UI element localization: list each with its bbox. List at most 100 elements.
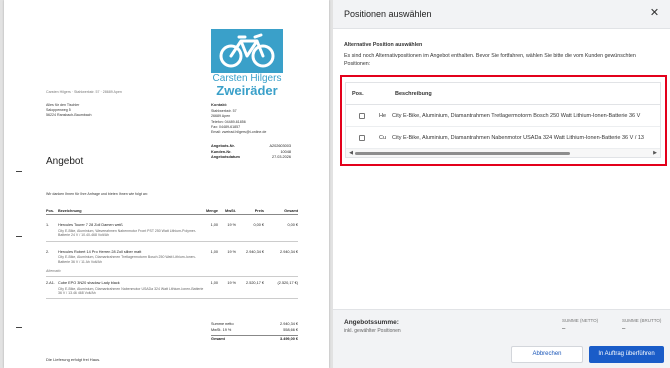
contact-line: 26689 Apen <box>211 114 231 119</box>
item-name: Hercules Robert 14 Pro Herren 28 Zoll si… <box>58 249 142 254</box>
header-mwst: MwSt. <box>225 209 236 213</box>
cancel-button[interactable]: Abbrechen <box>511 346 583 363</box>
header-gesamt: Gesamt <box>284 209 298 213</box>
item-menge: 1,00 <box>210 249 218 254</box>
item-name: Cube EPO 3N20 shadow Lady black <box>58 280 120 285</box>
item-name: Hercules Tourer 7 28 Zoll Damen weiß <box>58 223 123 228</box>
brutto-value: – <box>622 326 626 332</box>
scroll-left-icon[interactable]: ◀ <box>348 150 354 156</box>
contact-line: Stahlwerkstr. 57 <box>211 109 237 114</box>
scrollbar-thumb[interactable] <box>355 151 570 155</box>
total-value: 2.940,34 € <box>280 322 298 326</box>
item-gesamt: (2.520,17 €) <box>277 280 298 285</box>
alternatives-table-header: Pos. Beschreibung <box>346 83 660 105</box>
contact-title: Kontakt: <box>211 102 228 107</box>
document-title: Angebot <box>46 156 84 167</box>
meta-label: Angebotsdatum <box>211 155 240 160</box>
total-value: 3.499,00 € <box>280 336 298 341</box>
header-pos: Pos. <box>46 209 55 213</box>
item-mwst: 19 % <box>227 223 236 228</box>
item-mwst: 19 % <box>227 249 236 254</box>
column-desc: Beschreibung <box>395 90 432 97</box>
panel-header: Positionen auswählen ✕ <box>333 0 670 29</box>
select-positions-panel: Positionen auswählen ✕ Alternative Posit… <box>333 0 670 368</box>
total-label: Summe netto <box>211 322 234 326</box>
item-main-line: 1. Hercules Tourer 7 28 Zoll Damen weiß … <box>46 223 298 227</box>
item-preis: 0,00 € <box>253 223 264 228</box>
meta-value: 10048 <box>280 149 291 154</box>
contact-line: Fax: 04489-61857 <box>211 125 241 130</box>
contact-line: Email: zweirad.hilgers@t-online.de <box>211 130 267 135</box>
meta-label: Kunden-Nr. <box>211 149 232 154</box>
row-checkbox[interactable] <box>359 134 365 141</box>
row-code: He <box>379 112 387 119</box>
item-gesamt: 2.940,34 € <box>280 249 298 254</box>
item-gesamt: 0,00 € <box>287 223 298 228</box>
recipient-line: Saloppenweg 5 <box>46 108 71 113</box>
alternatives-table: Pos. Beschreibung He City E-Bike, Alumin… <box>345 82 661 158</box>
total-row: Gesamt 3.499,00 € <box>211 334 298 341</box>
table-row: 2. Hercules Robert 14 Pro Herren 28 Zoll… <box>46 250 298 277</box>
item-main-line: 2. Hercules Robert 14 Pro Herren 28 Zoll… <box>46 250 298 254</box>
contact-line: Telefon: 04489-61856 <box>211 119 246 124</box>
recipient-line: 56224 Ransbach-Baumbach <box>46 113 92 118</box>
item-description: City E-Bike, Aluminium, Waveeahmen Naben… <box>58 229 197 238</box>
total-label: Gesamt <box>211 336 225 341</box>
positions-table: Pos. Bezeichnung Menge MwSt. Preis Gesam… <box>46 209 298 300</box>
item-main-line: 2.A1. Cube EPO 3N20 shadow Lady black 1,… <box>46 281 298 285</box>
netto-value: – <box>562 326 566 332</box>
table-row: 1. Hercules Tourer 7 28 Zoll Damen weiß … <box>46 223 298 242</box>
bicycle-logo-icon <box>211 29 283 73</box>
recipient-line: Alles für den Tischler <box>46 103 80 107</box>
table-row: 2.A1. Cube EPO 3N20 shadow Lady black 1,… <box>46 281 298 300</box>
header-desc: Bezeichnung <box>58 209 82 213</box>
transfer-to-order-button[interactable]: In Auftrag überführen <box>589 346 664 363</box>
logo-brand: Zweiräder <box>216 83 278 98</box>
punch-mark <box>16 236 22 237</box>
row-checkbox[interactable] <box>359 112 365 119</box>
row-description: City E-Bike, Aluminium, Diamantrahmen Na… <box>392 134 644 141</box>
alternative-label: Alternativ <box>46 268 61 273</box>
contact-block: Kontakt: Stahlwerkstr. 57 26689 Apen Tel… <box>211 102 267 136</box>
panel-title: Positionen auswählen <box>344 9 432 19</box>
row-code: Cu <box>379 134 387 141</box>
item-description: City E-Bike, Aluminium, Diamantrahmen Tr… <box>58 255 196 264</box>
positions-table-header: Pos. Bezeichnung Menge MwSt. Preis Gesam… <box>46 209 298 216</box>
total-value: 558,66 € <box>283 328 298 333</box>
offer-meta: Angebots-Nr. A202603003 Kunden-Nr. 10048 A… <box>211 144 291 161</box>
brutto-label: SUMME (BRUTTO) <box>622 318 662 323</box>
scroll-right-icon[interactable]: ▶ <box>652 150 658 156</box>
fold-mark <box>16 327 22 328</box>
sum-subtitle: inkl. gewählter Positionen <box>344 328 401 334</box>
totals-block: Summe netto 2.940,34 € MwSt. 19 % 558,66 €… <box>211 322 298 343</box>
horizontal-scrollbar[interactable]: ◀ ▶ <box>346 149 660 157</box>
header-preis: Preis <box>254 209 264 213</box>
column-pos: Pos. <box>352 90 364 97</box>
item-preis: 2.520,17 € <box>246 280 264 285</box>
item-menge: 1,00 <box>210 223 218 228</box>
meta-label: Angebots-Nr. <box>211 144 235 148</box>
meta-value: 27.03.2026 <box>271 155 291 160</box>
recipient-address: Alles für den Tischler Saloppenweg 5 562… <box>46 103 92 118</box>
section-info: Es sind noch Alternativpositionen im Ang… <box>344 53 636 67</box>
meta-value: A202603003 <box>269 144 291 148</box>
row-description: City E-Bike, Aluminium, Diamantrahmen Tr… <box>392 112 641 119</box>
greeting-text: Wir danken Ihnen für Ihre Anfrage und bi… <box>46 192 148 196</box>
panel-footer: Angebotssumme: inkl. gewählter Positione… <box>333 309 670 368</box>
table-row[interactable]: He City E-Bike, Aluminium, Diamantrahmen… <box>346 105 660 127</box>
item-description: City E-Bike, Aluminium, Diamantrahmen Na… <box>58 286 204 295</box>
document-page: Carsten Hilgers Zweiräder Carsten Hilger… <box>4 0 329 368</box>
header-menge: Menge <box>205 209 218 213</box>
total-row: Summe netto 2.940,34 € <box>211 322 298 326</box>
sender-line: Carsten Hilgers · Stahlwerkstr. 57 · 286… <box>46 90 122 94</box>
netto-label: SUMME (NETTO) <box>562 318 599 323</box>
close-icon[interactable]: ✕ <box>649 8 660 19</box>
table-row[interactable]: Cu City E-Bike, Aluminium, Diamantrahmen… <box>346 127 660 149</box>
section-title: Alternative Position auswählen <box>344 42 423 48</box>
item-mwst: 19 % <box>227 280 236 285</box>
delivery-note: Die Lieferung erfolgt frei Haus. <box>46 357 101 362</box>
item-pos: 2. <box>46 249 50 254</box>
item-pos: 2.A1. <box>46 280 55 285</box>
item-pos: 1. <box>46 223 50 228</box>
item-preis: 2.940,34 € <box>246 249 264 254</box>
